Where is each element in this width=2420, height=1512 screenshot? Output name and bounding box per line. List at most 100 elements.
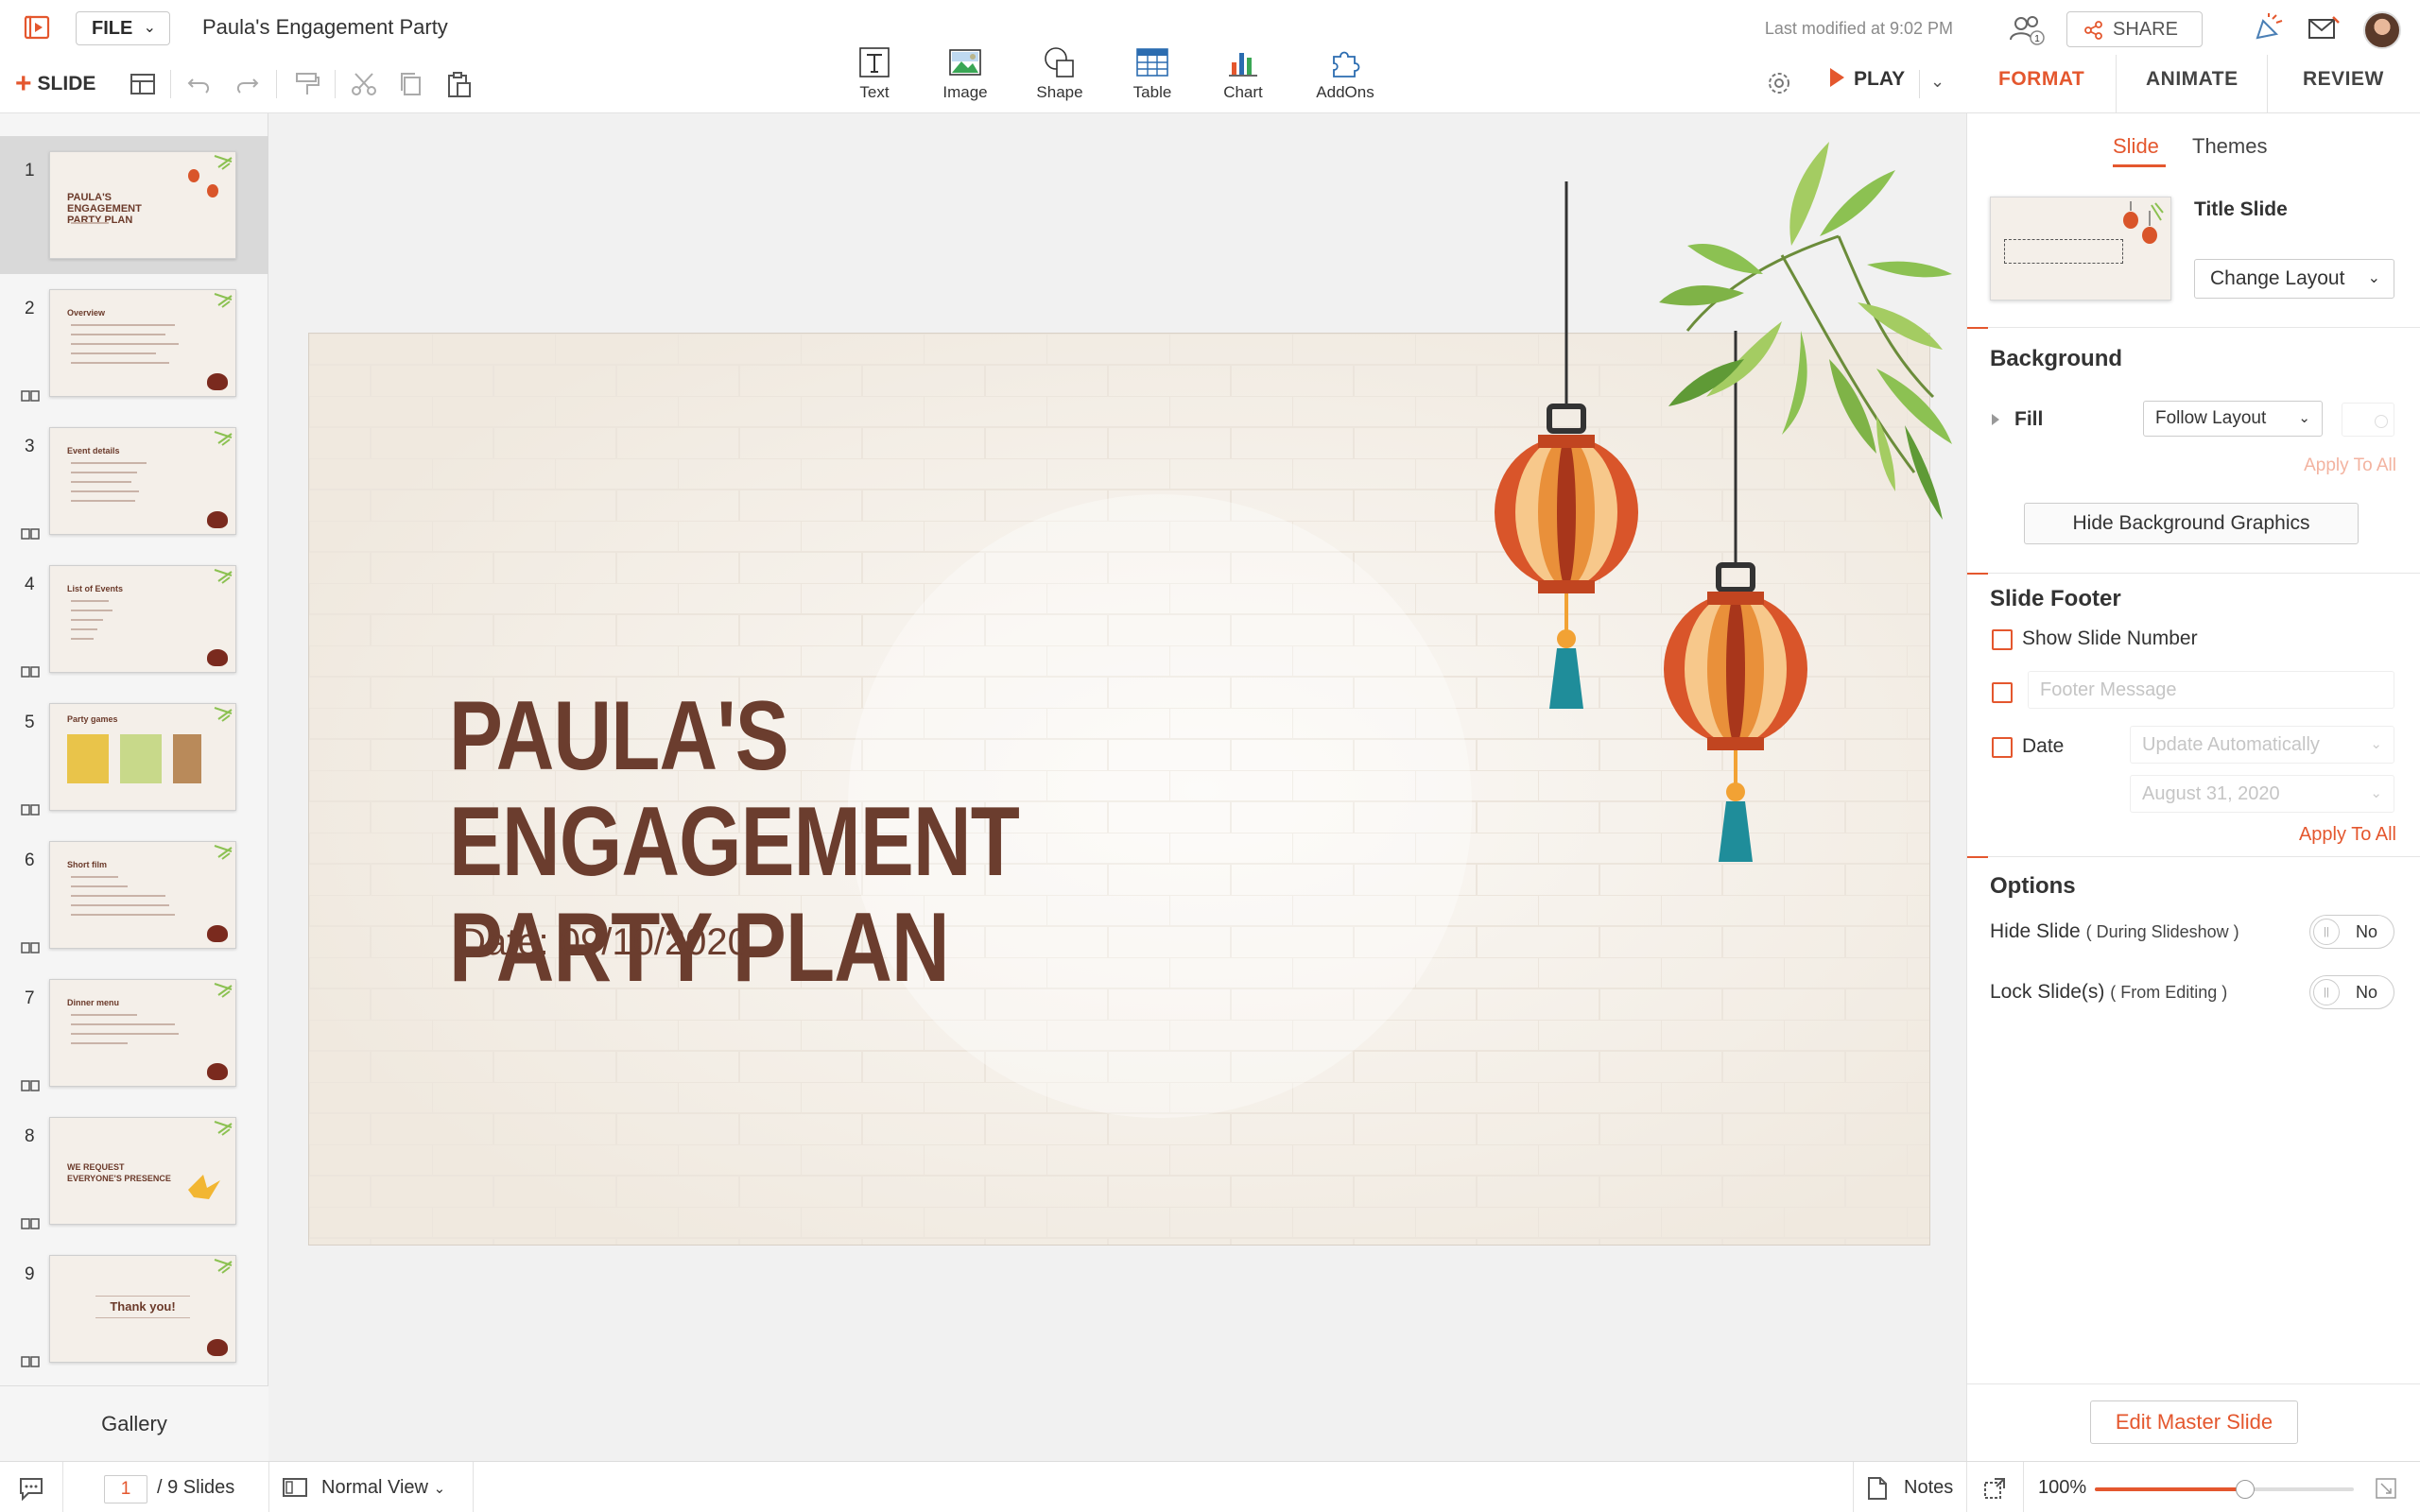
mail-icon[interactable]: [2307, 13, 2341, 43]
addons-button[interactable]: AddOns: [1303, 45, 1388, 102]
play-options-chevron-icon[interactable]: ⌄: [1930, 72, 1945, 92]
play-button[interactable]: PLAY: [1830, 68, 1905, 91]
slide-thumbnail-4[interactable]: 4 List of Events: [0, 550, 268, 688]
file-menu-button[interactable]: FILE ⌄: [76, 11, 170, 45]
date-checkbox[interactable]: [1992, 737, 2013, 758]
chat-icon[interactable]: [17, 1475, 45, 1502]
thumbnail-text-line: [71, 628, 97, 630]
show-slide-number-checkbox[interactable]: [1992, 629, 2013, 650]
chevron-down-icon: ⌄: [2298, 410, 2310, 426]
document-title[interactable]: Paula's Engagement Party: [202, 15, 448, 40]
slide-preview: Overview: [49, 289, 236, 397]
layout-name: Title Slide: [2194, 198, 2288, 220]
teapot-icon: [207, 1339, 228, 1356]
subtab-slide[interactable]: Slide: [2113, 134, 2159, 159]
date-format-dropdown: Update Automatically ⌄: [2130, 726, 2394, 764]
slide-thumbnail-2[interactable]: 2 Overview: [0, 274, 268, 412]
thumbnail-text-line: [71, 352, 156, 354]
expand-arrow-icon[interactable]: [1992, 414, 1999, 425]
slide-thumbnail-6[interactable]: 6 Short film: [0, 826, 268, 964]
thumbnail-text-line: [71, 914, 175, 916]
paste-icon[interactable]: [442, 68, 475, 100]
bamboo-branch-icon: [1659, 142, 1952, 520]
transition-icon: [21, 942, 40, 954]
copy-icon[interactable]: [395, 68, 427, 100]
edit-master-slide-button[interactable]: Edit Master Slide: [2090, 1400, 2298, 1444]
thumbnail-title: Dinner menu: [67, 998, 120, 1007]
play-label: PLAY: [1854, 68, 1906, 90]
status-divider: [268, 1462, 269, 1512]
insert-chart-button[interactable]: Chart: [1201, 45, 1286, 102]
collaborators-icon[interactable]: 1: [2008, 13, 2046, 45]
format-painter-icon[interactable]: [291, 68, 323, 100]
notes-button[interactable]: Notes: [1904, 1477, 1953, 1499]
slide-number: 4: [25, 575, 35, 594]
footer-message-checkbox[interactable]: [1992, 682, 2013, 703]
zoom-slider-handle[interactable]: [2235, 1480, 2255, 1499]
redo-icon[interactable]: [231, 68, 263, 100]
insert-image-button[interactable]: Image: [923, 45, 1008, 102]
insert-table-button[interactable]: Table: [1110, 45, 1195, 102]
apply-to-all-footer-link[interactable]: Apply To All: [2290, 824, 2396, 846]
show-logo-icon[interactable]: [23, 13, 51, 42]
hide-background-graphics-button[interactable]: Hide Background Graphics: [2024, 503, 2359, 544]
cut-icon[interactable]: [348, 68, 380, 100]
slide-preview: WE REQUEST EVERYONE'S PRESENCE: [49, 1117, 236, 1225]
add-slide-button[interactable]: + SLIDE: [15, 68, 95, 100]
fill-color-picker[interactable]: [2342, 403, 2394, 437]
tab-review[interactable]: REVIEW: [2303, 68, 2384, 91]
fill-type-dropdown[interactable]: Follow Layout ⌄: [2143, 401, 2323, 437]
layout-preview[interactable]: [1990, 197, 2171, 301]
transition-icon: [21, 528, 40, 540]
lantern-decoration[interactable]: [269, 113, 1965, 869]
toggle-value: No: [2356, 922, 2378, 941]
slide-thumbnail-8[interactable]: 8 WE REQUEST EVERYONE'S PRESENCE: [0, 1102, 268, 1240]
tab-divider: [2267, 55, 2268, 113]
slide-date-text[interactable]: Date: 09/10/2020: [458, 921, 749, 964]
date-format-value: Update Automatically: [2142, 734, 2320, 755]
gallery-button[interactable]: Gallery: [0, 1385, 268, 1461]
show-slide-number-label: Show Slide Number: [2022, 627, 2198, 649]
thumbnail-text-line: [71, 222, 109, 224]
toggle-knob-icon: ||: [2313, 919, 2340, 945]
fit-to-screen-icon[interactable]: [1981, 1475, 2008, 1502]
section-divider: [1988, 327, 2420, 328]
status-divider: [62, 1462, 63, 1512]
current-page-input[interactable]: 1: [104, 1475, 147, 1503]
addons-label: AddOns: [1316, 83, 1374, 101]
slide-number: 9: [25, 1264, 35, 1284]
shape-icon: [1045, 47, 1074, 77]
normal-view-icon: [283, 1478, 307, 1497]
announcement-icon[interactable]: [2252, 13, 2286, 43]
slide-thumbnail-3[interactable]: 3 Event details: [0, 412, 268, 550]
slide-thumbnail-1[interactable]: 1 PAULA'S ENGAGEMENT PARTY PLAN: [0, 136, 268, 274]
thumbnail-text-line: [71, 876, 118, 878]
insert-text-button[interactable]: Text: [832, 45, 917, 102]
game-photo: [173, 734, 201, 783]
change-layout-dropdown[interactable]: Change Layout ⌄: [2194, 259, 2394, 299]
tab-animate[interactable]: ANIMATE: [2146, 68, 2238, 91]
slide-thumbnail-7[interactable]: 7 Dinner menu: [0, 964, 268, 1102]
subtab-themes[interactable]: Themes: [2192, 134, 2267, 159]
main-toolbar: + SLIDE Text Image Shape Table Chart Add…: [0, 47, 1966, 113]
share-button[interactable]: SHARE: [2066, 11, 2203, 47]
slide-thumbnail-5[interactable]: 5 Party games: [0, 688, 268, 826]
insert-shape-button[interactable]: Shape: [1017, 45, 1102, 102]
slideshow-settings-icon[interactable]: [1764, 68, 1794, 98]
zoom-slider[interactable]: [2095, 1480, 2354, 1499]
active-subtab-indicator: [2113, 164, 2166, 167]
lock-slide-toggle[interactable]: || No: [2309, 975, 2394, 1009]
lantern-icon: [207, 184, 218, 198]
undo-icon[interactable]: [183, 68, 216, 100]
user-avatar[interactable]: [2363, 11, 2401, 49]
zoom-level[interactable]: 100%: [2038, 1477, 2086, 1499]
fullscreen-icon[interactable]: [2373, 1475, 2399, 1502]
slide-thumbnail-9[interactable]: 9 Thank you!: [0, 1240, 268, 1378]
view-mode-dropdown[interactable]: Normal View ⌄: [321, 1477, 445, 1499]
tab-format[interactable]: FORMAT: [1998, 68, 2084, 91]
layout-icon[interactable]: [127, 68, 159, 100]
toolbar-divider: [170, 70, 171, 98]
fill-label: Fill: [2014, 408, 2044, 430]
hide-slide-toggle[interactable]: || No: [2309, 915, 2394, 949]
slide-preview: Short film: [49, 841, 236, 949]
